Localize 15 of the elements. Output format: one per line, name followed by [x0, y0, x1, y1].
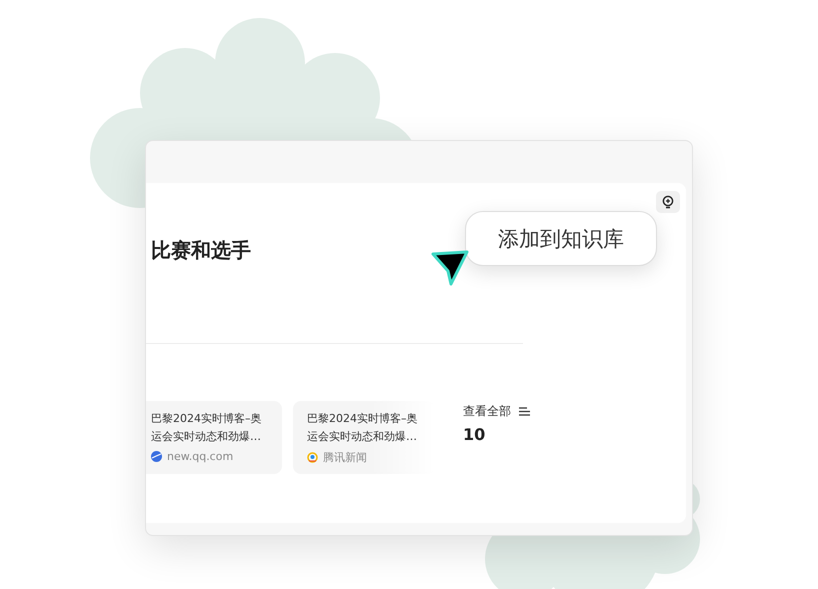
source-title: 巴黎2024实时博客–奥运会实时动态和劲爆…: [307, 411, 418, 445]
source-name: 腾讯新闻: [323, 450, 367, 465]
add-to-knowledge-base-button[interactable]: 添加到知识库: [465, 211, 657, 266]
cursor-arrow-icon: [430, 249, 470, 287]
source-card[interactable]: 巴黎2024实时博客–奥运会实时动态和劲爆… new.qq.com: [146, 401, 282, 474]
answer-heading: 比赛和选手: [151, 237, 251, 264]
news-app-icon: [307, 452, 318, 463]
list-icon: [519, 407, 530, 416]
source-title: 巴黎2024实时博客–奥运会实时动态和劲爆…: [151, 411, 262, 445]
source-count: 10: [463, 425, 486, 444]
lightbulb-icon: [662, 195, 674, 209]
globe-icon: [151, 451, 162, 462]
lightbulb-button[interactable]: [656, 191, 680, 213]
view-all-button[interactable]: 查看全部: [463, 403, 530, 420]
source-name: new.qq.com: [167, 450, 234, 463]
